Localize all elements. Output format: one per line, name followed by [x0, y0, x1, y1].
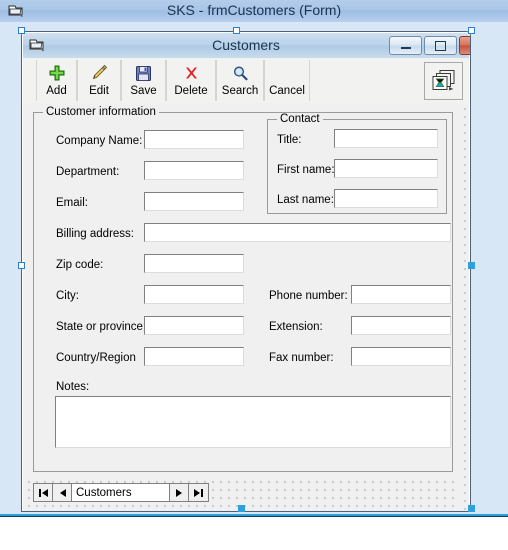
maximize-button[interactable] — [424, 36, 457, 55]
zip-code-input[interactable] — [144, 254, 244, 273]
search-button-label: Search — [221, 85, 259, 97]
search-button[interactable]: Search — [216, 60, 264, 101]
record-navigator: Customers — [33, 483, 209, 502]
first-name-label: First name: — [277, 164, 335, 176]
extension-label: Extension: — [269, 321, 323, 333]
selection-handle-top-right[interactable] — [468, 27, 475, 34]
cancel-button[interactable]: Cancel — [264, 60, 310, 101]
company-name-label: Company Name: — [56, 135, 143, 147]
phone-number-label: Phone number: — [269, 290, 348, 302]
department-label: Department: — [56, 166, 120, 178]
company-name-input[interactable] — [144, 130, 244, 149]
extension-input[interactable] — [351, 316, 451, 335]
notes-input[interactable] — [55, 396, 451, 448]
country-region-input[interactable] — [144, 347, 244, 366]
delete-button-label: Delete — [174, 85, 208, 97]
next-record-icon — [175, 488, 182, 497]
cancel-button-label: Cancel — [269, 85, 305, 97]
outer-window-title: SKS - frmCustomers (Form) — [166, 2, 342, 18]
form-titlebar: Customers × — [23, 33, 470, 58]
last-name-label: Last name: — [277, 194, 334, 206]
close-icon: × — [460, 37, 470, 54]
contact-group: Contact Title: First name: Last name: — [267, 113, 447, 214]
x-mark-icon — [183, 61, 200, 85]
phone-number-input[interactable] — [351, 285, 451, 304]
plus-icon — [48, 61, 66, 85]
design-surface-border-line — [0, 516, 508, 517]
minimize-button[interactable] — [389, 36, 422, 55]
next-record-button[interactable] — [170, 484, 189, 501]
email-label: Email: — [56, 197, 88, 209]
city-input[interactable] — [144, 285, 244, 304]
first-name-input[interactable] — [334, 159, 438, 178]
country-region-label: Country/Region — [56, 352, 136, 364]
pencil-icon — [90, 61, 108, 85]
last-record-button[interactable] — [189, 484, 208, 501]
edit-button-label: Edit — [89, 85, 109, 97]
state-or-province-label: State or province: — [56, 321, 147, 333]
first-record-button[interactable] — [34, 484, 53, 501]
selection-handle-bottom-right[interactable] — [468, 505, 475, 512]
add-button-label: Add — [46, 85, 67, 97]
notes-label: Notes: — [56, 381, 90, 393]
last-record-icon — [194, 488, 203, 497]
magnifier-icon — [232, 61, 249, 85]
floppy-disk-icon — [135, 61, 152, 85]
contact-legend: Contact — [277, 113, 323, 125]
city-label: City: — [56, 290, 79, 302]
email-input[interactable] — [144, 192, 244, 211]
previous-record-icon — [59, 488, 66, 497]
minimize-icon — [390, 37, 421, 54]
customer-information-legend: Customer information — [43, 106, 159, 118]
close-button[interactable]: × — [459, 36, 470, 55]
fax-number-label: Fax number: — [269, 352, 334, 364]
state-or-province-input[interactable] — [144, 316, 244, 335]
selection-handle-middle-right[interactable] — [468, 262, 475, 269]
fax-number-input[interactable] — [351, 347, 451, 366]
selection-handle-bottom-center[interactable] — [238, 505, 245, 512]
title-label: Title: — [277, 134, 302, 146]
form-body: Customer information Company Name: Depar… — [23, 103, 469, 511]
delete-button[interactable]: Delete — [166, 60, 216, 101]
stacked-windows-icon — [432, 70, 454, 91]
selection-handle-top-center[interactable] — [233, 27, 240, 34]
add-button[interactable]: Add — [36, 60, 77, 101]
edit-button[interactable]: Edit — [77, 60, 121, 101]
stacked-windows-button[interactable] — [424, 62, 463, 100]
form-toolbar: Add Edit Save Delete Search Cancel — [23, 58, 469, 104]
customers-form-window: Customers × Add — [21, 31, 471, 512]
billing-address-input[interactable] — [144, 223, 451, 242]
selection-handle-top-left[interactable] — [18, 27, 25, 34]
customer-information-group: Customer information Company Name: Depar… — [33, 106, 453, 472]
save-button-label: Save — [130, 85, 157, 97]
billing-address-label: Billing address: — [56, 228, 134, 240]
zip-code-label: Zip code: — [56, 259, 104, 271]
title-input[interactable] — [334, 129, 438, 148]
save-button[interactable]: Save — [121, 60, 166, 101]
first-record-icon — [38, 488, 48, 497]
outer-window-titlebar: SKS - frmCustomers (Form) — [0, 0, 508, 23]
last-name-input[interactable] — [334, 189, 438, 208]
maximize-icon — [425, 37, 456, 54]
screen: SKS - frmCustomers (Form) Customers × — [0, 0, 508, 550]
record-navigator-label[interactable]: Customers — [72, 484, 170, 501]
design-grid-right — [459, 103, 469, 511]
previous-record-button[interactable] — [53, 484, 72, 501]
department-input[interactable] — [144, 161, 244, 180]
selection-handle-middle-left[interactable] — [18, 262, 25, 269]
